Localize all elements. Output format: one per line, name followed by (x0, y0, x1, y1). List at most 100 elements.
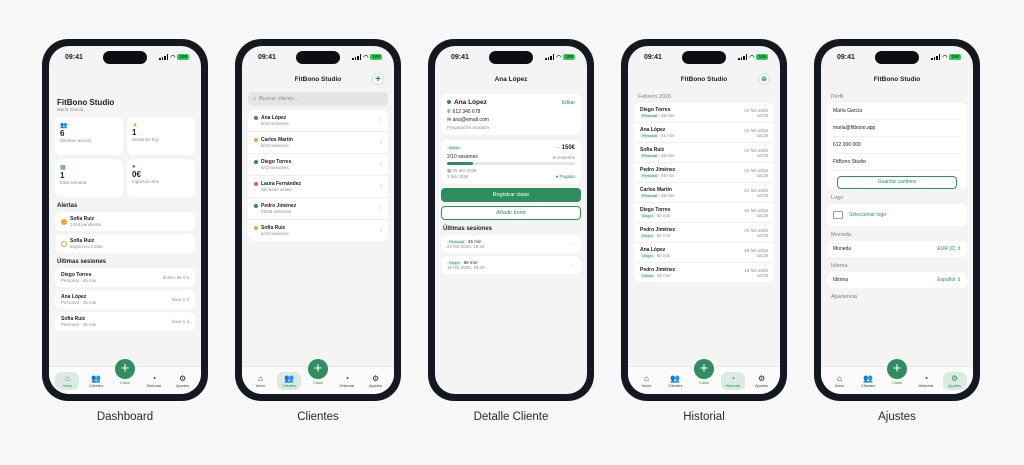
session-item[interactable]: Diego Torres Personal · 45 min dentro de … (55, 268, 195, 287)
history-row[interactable]: Ana López Grupo 60 min 19 feb 2026 18:29 (634, 243, 774, 263)
stat-card-income[interactable]: ● 0€ Ingresos mes (127, 159, 195, 197)
tab-clientes[interactable]: 👥 Clientes (277, 371, 302, 390)
stat-card-week[interactable]: ▦ 1 Esta semana (55, 159, 123, 197)
gear-icon: ⚙ (757, 373, 766, 383)
ajustes-screen: 09:41 ◠ 100 FitBono Studio Perfil María G… (821, 46, 973, 394)
name-field[interactable]: María García (833, 103, 961, 120)
gear-icon: ⚙ (178, 373, 187, 383)
status-dot (254, 203, 258, 208)
dynamic-island (489, 51, 533, 64)
session-item[interactable]: Sofía Ruiz Personal · 45 min hace 1 d (55, 312, 195, 331)
history-row[interactable]: Sofía Ruiz Personal 45 min 22 feb 2026 18:29 (634, 143, 774, 163)
caption-clientes: Clientes (297, 411, 339, 423)
edit-link[interactable]: Editar (562, 100, 575, 106)
tab-ajustes[interactable]: ⚙ Ajustes (942, 371, 967, 390)
status-bar: 09:41 ◠ 100 (242, 46, 394, 68)
tab-clientes[interactable]: 👥 Clientes (84, 372, 108, 390)
history-row[interactable]: Pedro Jiménez Online 60 min 18 feb 2026 18:2… (634, 263, 774, 282)
tab-ajustes[interactable]: ⚙ Ajustes (364, 372, 388, 390)
add-client-button[interactable]: + (372, 73, 384, 85)
history-row[interactable]: Diego Torres Personal 45 min 22 feb 2026 18:… (634, 103, 774, 123)
client-row[interactable]: Diego Torres 6/10 sesiones › (248, 154, 388, 176)
email-field[interactable]: maria@fitbono.app (833, 120, 961, 137)
phone-historial: 09:41 ◠ 100 FitBono Studio ⊜ Febrero 2026 … (621, 39, 787, 401)
moneda-label: Moneda (831, 232, 851, 238)
tab-historial[interactable]: ◔ Historial (720, 371, 745, 390)
users-icon: 👥 (863, 373, 874, 383)
studio-field[interactable]: FitBono Studio (833, 154, 961, 171)
tab-historial[interactable]: ◔ Historial (335, 372, 359, 390)
battery-icon: 100 (756, 54, 768, 60)
language-select[interactable]: Idioma Español ⇕ (827, 272, 967, 288)
tab-ajustes[interactable]: ⚙ Ajustes (171, 372, 195, 390)
currency-select[interactable]: Moneda EUR (€) ⇕ (827, 241, 967, 257)
client-row[interactable]: Carlos Martín 3/10 sesiones › (248, 132, 388, 154)
tab-inicio[interactable]: ⌂ Inicio (55, 371, 80, 390)
history-row[interactable]: Carlos Martín Personal 45 min 21 feb 2026 18… (634, 183, 774, 203)
session-item[interactable]: Grupo 60 min 15 feb 2026, 18:29 ··· (441, 256, 581, 274)
wifi-icon: ◠ (170, 54, 176, 61)
add-class-button[interactable]: + (694, 359, 714, 379)
phone-ajustes: 09:41 ◠ 100 FitBono Studio Perfil María G… (814, 39, 980, 401)
history-list: Diego Torres Personal 45 min 22 feb 2026 18:… (634, 103, 774, 282)
more-icon[interactable]: ··· (571, 263, 576, 268)
status-bar: 09:41 ◠ 100 (435, 46, 587, 68)
tab-clientes[interactable]: 👥 Clientes (663, 372, 687, 390)
clock-icon: ◔ (730, 373, 736, 383)
status-bar: 09:41 ◠ 100 (821, 46, 973, 68)
wifi-icon: ◠ (749, 54, 755, 61)
add-class-button[interactable]: + (887, 359, 907, 379)
add-bono-button[interactable]: Añadir bono (441, 206, 581, 220)
history-row[interactable]: Diego Torres Grupo 60 min 20 feb 2026 18:29 (634, 203, 774, 223)
session-item[interactable]: Personal 45 min 22 feb 2026, 18:29 ··· (441, 235, 581, 253)
alerts-list: Sofía Ruiz 1404 pendiente Sofía Ruiz Expir… (49, 212, 201, 253)
stat-card-today[interactable]: ▲ 1 Sesiones hoy (127, 117, 195, 155)
client-note: Preparación maratón (447, 125, 490, 130)
gear-icon: ⚙ (371, 373, 380, 383)
stat-card-clients[interactable]: 👥 6 Clientes activos (55, 117, 123, 155)
search-input[interactable]: ⌕ Buscar cliente... (248, 92, 388, 106)
status-bar: 09:41 ◠ 100 (49, 46, 201, 68)
detalle-screen: 09:41 ◠ 100 Ana López Ana López Editar ✆ 6… (435, 46, 587, 394)
save-button[interactable]: Guardar cambios (837, 176, 957, 189)
status-bar: 09:41 ◠ 100 (628, 46, 780, 68)
dynamic-island (875, 51, 919, 64)
client-row[interactable]: Sofía Ruiz 4/10 sesiones › (248, 220, 388, 241)
select-logo-button[interactable]: Seleccionar logo (827, 204, 967, 226)
alert-item[interactable]: Sofía Ruiz Expira en 4 días (55, 234, 195, 253)
mail-icon: ✉ (447, 117, 452, 123)
idioma-label: Idioma (831, 263, 848, 269)
users-icon: 👥 (670, 373, 681, 383)
tab-ajustes[interactable]: ⚙ Ajustes (750, 372, 774, 390)
tab-clientes[interactable]: 👥 Clientes (856, 372, 880, 390)
status-dot (254, 159, 258, 164)
client-row[interactable]: Ana López 6/10 sesiones › (248, 110, 388, 132)
clock-icon: ◔ (151, 373, 157, 383)
phone-field[interactable]: 612 000 000 (833, 137, 961, 154)
more-icon[interactable]: ··· (571, 242, 576, 247)
dashboard-screen: 09:41 ◠ 100 FitBono Studio María García 👥… (49, 46, 201, 394)
tab-historial[interactable]: ◔ Historial (142, 372, 166, 390)
session-item[interactable]: Ana López Personal · 45 min hace 1 d (55, 290, 195, 309)
wifi-icon: ◠ (942, 54, 948, 61)
add-class-button[interactable]: + (308, 359, 328, 379)
filter-button[interactable]: ⊜ (758, 73, 770, 85)
signal-icon (931, 54, 941, 60)
tab-historial[interactable]: ◔ Historial (914, 372, 938, 390)
history-row[interactable]: Pedro Jiménez Grupo 60 min 20 feb 2026 18:29 (634, 223, 774, 243)
tab-inicio[interactable]: ⌂ Inicio (634, 372, 658, 390)
users-icon: 👥 (91, 373, 102, 383)
history-row[interactable]: Pedro Jiménez Personal 45 min 22 feb 2026 18… (634, 163, 774, 183)
add-class-button[interactable]: + (115, 359, 135, 379)
alert-item[interactable]: Sofía Ruiz 1404 pendiente (55, 212, 195, 231)
client-row[interactable]: Laura Fernández Sin bono activo › (248, 176, 388, 198)
home-icon: ⌂ (64, 373, 70, 383)
register-class-button[interactable]: Registrar clase (441, 188, 581, 202)
history-row[interactable]: Ana López Personal 45 min 22 feb 2026 18:29 (634, 123, 774, 143)
chevron-right-icon: › (379, 205, 382, 212)
client-row[interactable]: Pedro Jiménez 28/36 sesiones › (248, 198, 388, 220)
signal-icon (352, 54, 362, 60)
clock-icon: ◔ (344, 373, 350, 383)
tab-inicio[interactable]: ⌂ Inicio (248, 372, 272, 390)
tab-inicio[interactable]: ⌂ Inicio (827, 372, 851, 390)
